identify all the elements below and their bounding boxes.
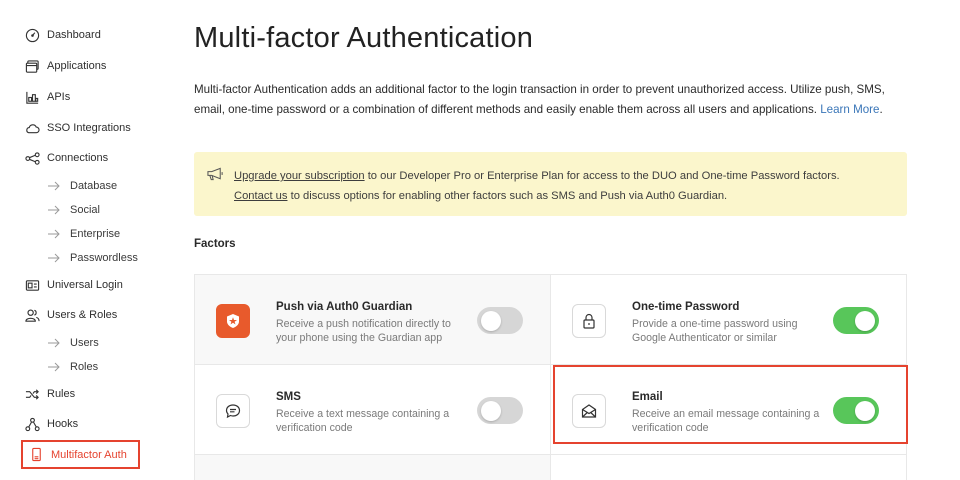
cloud-icon (24, 120, 40, 136)
sidebar-item-rules[interactable]: Rules (24, 382, 75, 406)
lock-icon (572, 304, 606, 338)
connections-icon (24, 150, 40, 166)
envelope-icon (572, 394, 606, 428)
factor-title: Email (632, 391, 663, 403)
hooks-icon (24, 416, 40, 432)
guardian-icon (216, 304, 250, 338)
sidebar-item-label: APIs (47, 91, 71, 103)
factor-description: Receive a text message containing a veri… (276, 408, 450, 434)
sidebar-item-label: Applications (47, 60, 107, 72)
notice-text-1: to our Developer Pro or Enterprise Plan … (364, 170, 840, 182)
toggle-knob (855, 310, 875, 331)
sidebar-subitem-label: Database (70, 180, 118, 192)
shuffle-icon (24, 386, 40, 402)
arrow-right-icon (48, 205, 62, 215)
toggle-knob (481, 310, 501, 331)
sidebar-item-label: Dashboard (47, 29, 101, 41)
factor-description: Receive a push notification directly to … (276, 318, 451, 344)
sidebar-subitem-label: Passwordless (70, 252, 138, 264)
users-icon (24, 307, 40, 323)
guardian-toggle[interactable] (477, 307, 523, 334)
sidebar-item-label: Hooks (47, 418, 79, 430)
sidebar-item-label: Users & Roles (47, 309, 118, 321)
factor-card-otp: One-time Password Provide a one-time pas… (551, 275, 907, 365)
upgrade-notice: Upgrade your subscription to our Develop… (194, 152, 907, 216)
sidebar-item-universal-login[interactable]: Universal Login (24, 273, 123, 297)
sidebar-item-users-roles[interactable]: Users & Roles (24, 303, 117, 327)
sidebar: Dashboard Applications APIs SSO Integrat… (0, 0, 160, 480)
arrow-right-icon (48, 229, 62, 239)
megaphone-icon (207, 167, 223, 181)
sidebar-item-label: Multifactor Auth (51, 448, 127, 461)
arrow-right-icon (48, 253, 62, 263)
sidebar-subitem-enterprise[interactable]: Enterprise (48, 224, 120, 244)
chat-icon (216, 394, 250, 428)
sidebar-item-connections[interactable]: Connections (24, 146, 108, 170)
arrow-right-icon (48, 338, 62, 348)
intro-body: Multi-factor Authentication adds an addi… (194, 83, 885, 116)
learn-more-link[interactable]: Learn More (820, 103, 879, 116)
sidebar-item-label: Connections (47, 152, 109, 164)
factor-description: Provide a one-time password using Google… (632, 318, 798, 344)
factors-heading: Factors (194, 238, 236, 250)
factor-card-guardian: Push via Auth0 Guardian Receive a push n… (195, 275, 551, 365)
toggle-knob (855, 400, 875, 421)
factors-grid: Push via Auth0 Guardian Receive a push n… (194, 274, 907, 480)
notice-text-2: to discuss options for enabling other fa… (287, 190, 728, 202)
windows-icon (24, 58, 40, 74)
sidebar-item-hooks[interactable]: Hooks (24, 412, 78, 436)
login-icon (24, 277, 40, 293)
sidebar-item-sso-integrations[interactable]: SSO Integrations (24, 116, 131, 140)
sidebar-subitem-roles[interactable]: Roles (48, 357, 98, 377)
sidebar-subitem-database[interactable]: Database (48, 176, 117, 196)
factor-title: SMS (276, 391, 301, 403)
speedometer-icon (24, 27, 40, 43)
intro-period: . (879, 103, 883, 116)
arrow-right-icon (48, 362, 62, 372)
sidebar-item-label: SSO Integrations (47, 122, 131, 134)
page-title: Multi-factor Authentication (194, 22, 534, 54)
otp-toggle[interactable] (833, 307, 879, 334)
notice-line-1: Upgrade your subscription to our Develop… (234, 166, 907, 186)
sidebar-item-multifactor-auth[interactable]: Multifactor Auth (21, 440, 140, 469)
sidebar-subitem-label: Social (70, 204, 100, 216)
sidebar-item-applications[interactable]: Applications (24, 54, 106, 78)
sidebar-subitem-passwordless[interactable]: Passwordless (48, 248, 138, 268)
factor-card-sms: SMS Receive a text message containing a … (195, 365, 551, 455)
sms-toggle[interactable] (477, 397, 523, 424)
toggle-knob (481, 400, 501, 421)
sidebar-item-apis[interactable]: APIs (24, 85, 70, 109)
sidebar-item-dashboard[interactable]: Dashboard (24, 23, 101, 47)
factor-title: One-time Password (632, 301, 740, 313)
apis-icon (24, 89, 40, 105)
factor-card-partial (551, 455, 907, 480)
notice-line-2: Contact us to discuss options for enabli… (234, 186, 907, 206)
contact-us-link[interactable]: Contact us (234, 190, 287, 202)
sidebar-item-label: Rules (47, 388, 76, 400)
factor-card-email: Email Receive an email message containin… (551, 365, 907, 455)
factor-card-partial (195, 455, 551, 480)
arrow-right-icon (48, 181, 62, 191)
sidebar-subitem-social[interactable]: Social (48, 200, 100, 220)
sidebar-subitem-users[interactable]: Users (48, 333, 99, 353)
upgrade-subscription-link[interactable]: Upgrade your subscription (234, 170, 365, 182)
sidebar-subitem-label: Enterprise (70, 228, 121, 240)
sidebar-item-label: Universal Login (47, 279, 123, 291)
phone-icon (28, 447, 44, 463)
sidebar-subitem-label: Roles (70, 361, 99, 373)
email-toggle[interactable] (833, 397, 879, 424)
factor-description: Receive an email message containing a ve… (632, 408, 820, 434)
intro-text: Multi-factor Authentication adds an addi… (194, 80, 910, 120)
factor-title: Push via Auth0 Guardian (276, 301, 413, 313)
sidebar-subitem-label: Users (70, 337, 99, 349)
